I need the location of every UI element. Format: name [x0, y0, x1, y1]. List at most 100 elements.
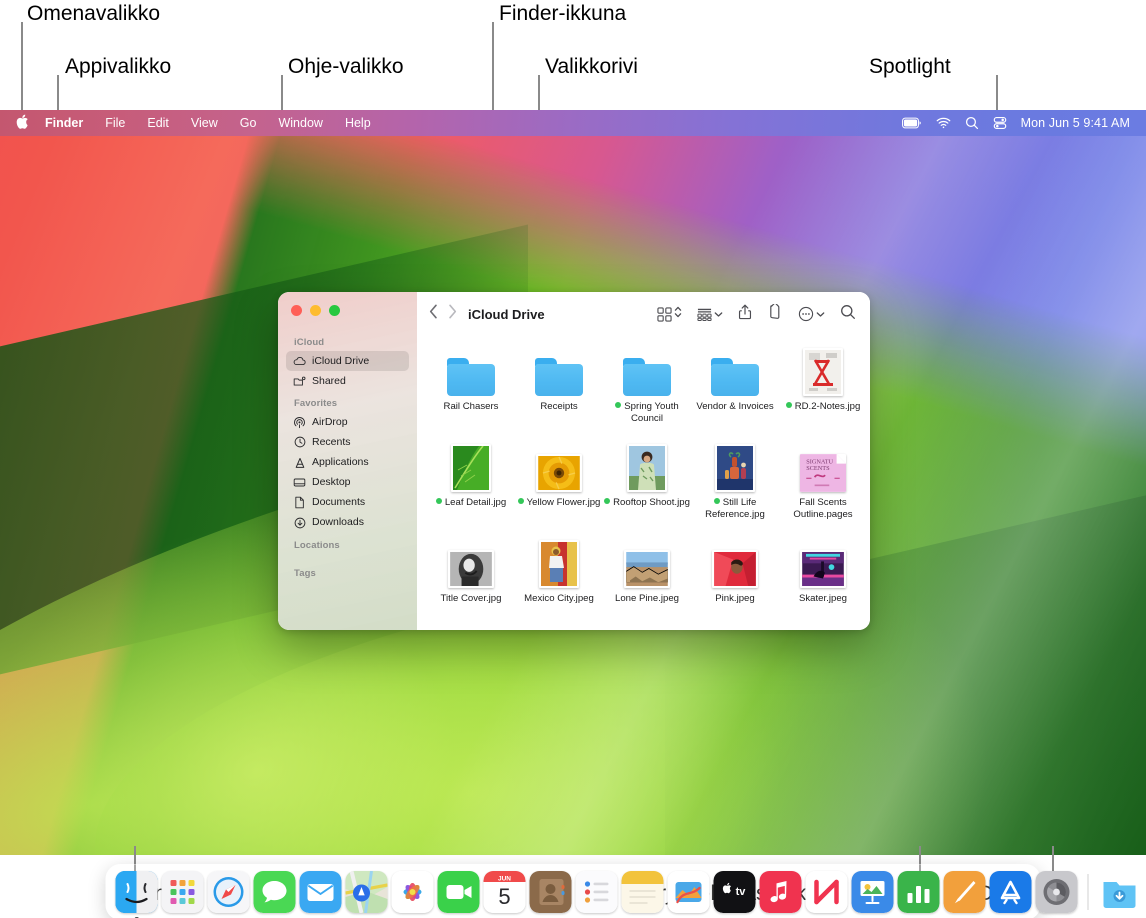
file-item[interactable]: Mexico City.jpeg: [515, 536, 603, 630]
screenshot-root: Omenavalikko Appivalikko Ohje-valikko Fi…: [0, 0, 1146, 918]
spotlight-search-icon[interactable]: [965, 116, 979, 130]
sidebar-list: iCloud iCloud Drive Shared Favorites Air…: [278, 316, 417, 582]
file-item[interactable]: Pink.jpeg: [691, 536, 779, 630]
file-item[interactable]: Yellow Flower.jpg: [515, 440, 603, 536]
safari-icon: [207, 871, 250, 913]
file-item[interactable]: Still Life Reference.jpg: [691, 440, 779, 536]
file-label: Mexico City.jpeg: [524, 593, 594, 604]
dock-item-mail[interactable]: Mail: [299, 871, 342, 913]
dock-item-photos[interactable]: Photos: [391, 871, 434, 913]
group-view-button[interactable]: [697, 305, 723, 323]
dock-item-app-store[interactable]: App Store: [989, 871, 1032, 913]
control-center-icon[interactable]: [993, 116, 1007, 130]
menu-bar[interactable]: Finder File Edit View Go Window Help Mon…: [0, 110, 1146, 136]
finder-file-grid[interactable]: Rail Chasers Receipts Spring Youth Counc…: [417, 336, 870, 630]
cloud-icon: [293, 355, 306, 368]
file-item[interactable]: RD.2-Notes.jpg: [779, 344, 867, 440]
sidebar-item-desktop[interactable]: Desktop: [286, 473, 409, 493]
leader-menu-bar: [538, 75, 540, 110]
keynote-icon: [851, 871, 894, 913]
file-item[interactable]: Rooftop Shoot.jpg: [603, 440, 691, 536]
file-item[interactable]: SIGNATU SCENTS Fall Scents Outline.pages: [779, 440, 867, 536]
menu-item-file[interactable]: File: [94, 110, 136, 136]
back-chevron-icon[interactable]: [429, 304, 438, 324]
sidebar-item-label: AirDrop: [312, 415, 348, 428]
music-icon: [759, 871, 802, 913]
dock-item-maps[interactable]: Maps: [345, 871, 388, 913]
close-button[interactable]: [291, 305, 302, 316]
image-thumbnail: [691, 440, 779, 492]
sidebar-item-label: Applications: [312, 456, 369, 468]
apple-menu-icon[interactable]: [10, 114, 41, 132]
dock-item-reminders[interactable]: Reminders: [575, 871, 618, 913]
menu-item-edit[interactable]: Edit: [136, 110, 180, 136]
dock-item-calendar[interactable]: JUN 5 Calendar: [483, 871, 526, 913]
menu-bar-clock[interactable]: Mon Jun 5 9:41 AM: [1021, 116, 1130, 130]
dock-item-downloads-folder[interactable]: Downloads: [1099, 871, 1141, 913]
dock-item-contacts[interactable]: Contacts: [529, 871, 572, 913]
leader-spotlight: [996, 75, 998, 110]
minimize-button[interactable]: [310, 305, 321, 316]
menu-item-go[interactable]: Go: [229, 110, 268, 136]
forward-chevron-icon[interactable]: [448, 304, 457, 324]
tag-icon[interactable]: [767, 302, 783, 325]
dock-item-news[interactable]: News: [805, 871, 848, 913]
dock-item-numbers[interactable]: Numbers: [897, 871, 940, 913]
dock[interactable]: Finder: [105, 864, 1136, 918]
file-item[interactable]: Title Cover.jpg: [427, 536, 515, 630]
share-icon[interactable]: [738, 304, 752, 325]
more-chevron-icon[interactable]: [816, 305, 825, 323]
icon-view-button[interactable]: [657, 305, 682, 324]
dock-item-music[interactable]: Music: [759, 871, 802, 913]
sidebar-item-airdrop[interactable]: AirDrop: [286, 412, 409, 432]
sidebar-header-icloud: iCloud: [294, 337, 325, 348]
pages-document-thumbnail: SIGNATU SCENTS: [779, 440, 867, 492]
sidebar-item-downloads[interactable]: Downloads: [286, 513, 409, 533]
sidebar-item-label: Downloads: [312, 516, 364, 529]
calendar-month: JUN: [498, 876, 511, 883]
applications-icon: [293, 456, 306, 469]
sidebar-item-label: Documents: [312, 496, 366, 509]
sidebar-item-recents[interactable]: Recents: [286, 432, 409, 452]
battery-icon[interactable]: [901, 117, 922, 129]
file-item[interactable]: Receipts: [515, 344, 603, 440]
finder-window[interactable]: iCloud iCloud Drive Shared Favorites Air…: [278, 292, 870, 630]
file-item[interactable]: Skater.jpeg: [779, 536, 867, 630]
wifi-icon[interactable]: [936, 117, 951, 129]
callout-help-menu: Ohje-valikko: [288, 55, 404, 78]
sidebar-item-shared[interactable]: Shared: [286, 371, 409, 391]
finder-sidebar[interactable]: iCloud iCloud Drive Shared Favorites Air…: [278, 292, 417, 630]
dock-item-system-settings[interactable]: System Settings: [1035, 871, 1078, 913]
dock-item-apple-tv[interactable]: tv Apple TV: [713, 871, 756, 913]
sort-arrows-icon[interactable]: [674, 305, 682, 324]
menu-item-view[interactable]: View: [180, 110, 229, 136]
menu-item-window[interactable]: Window: [267, 110, 333, 136]
maximize-button[interactable]: [329, 305, 340, 316]
more-actions-button[interactable]: [798, 305, 825, 323]
dock-item-safari[interactable]: Safari: [207, 871, 250, 913]
sidebar-item-icloud-drive[interactable]: iCloud Drive: [286, 351, 409, 372]
dock-item-notes[interactable]: Notes: [621, 871, 664, 913]
dock-item-finder[interactable]: Finder: [115, 871, 158, 918]
dock-item-launchpad[interactable]: Launchpad: [161, 871, 204, 913]
file-item[interactable]: Spring Youth Council: [603, 344, 691, 440]
file-item[interactable]: Rail Chasers: [427, 344, 515, 440]
file-label: Yellow Flower.jpg: [515, 497, 603, 509]
dock-item-freeform[interactable]: Freeform: [667, 871, 710, 913]
dock-item-keynote[interactable]: Keynote: [851, 871, 894, 913]
sidebar-item-documents[interactable]: Documents: [286, 493, 409, 513]
file-item[interactable]: Vendor & Invoices: [691, 344, 779, 440]
menu-item-finder[interactable]: Finder: [41, 110, 94, 136]
dock-item-pages[interactable]: Pages: [943, 871, 986, 913]
search-icon[interactable]: [840, 304, 856, 325]
dock-item-messages[interactable]: Messages: [253, 871, 296, 913]
dock-item-facetime[interactable]: FaceTime: [437, 871, 480, 913]
menu-item-help[interactable]: Help: [334, 110, 382, 136]
icloud-status-dot: [604, 498, 611, 505]
file-item[interactable]: Lone Pine.jpeg: [603, 536, 691, 630]
icloud-status-dot: [785, 402, 792, 409]
sidebar-item-applications[interactable]: Applications: [286, 453, 409, 473]
file-item[interactable]: Leaf Detail.jpg: [427, 440, 515, 536]
reminders-icon: [575, 871, 618, 913]
group-chevron-icon[interactable]: [714, 305, 723, 323]
